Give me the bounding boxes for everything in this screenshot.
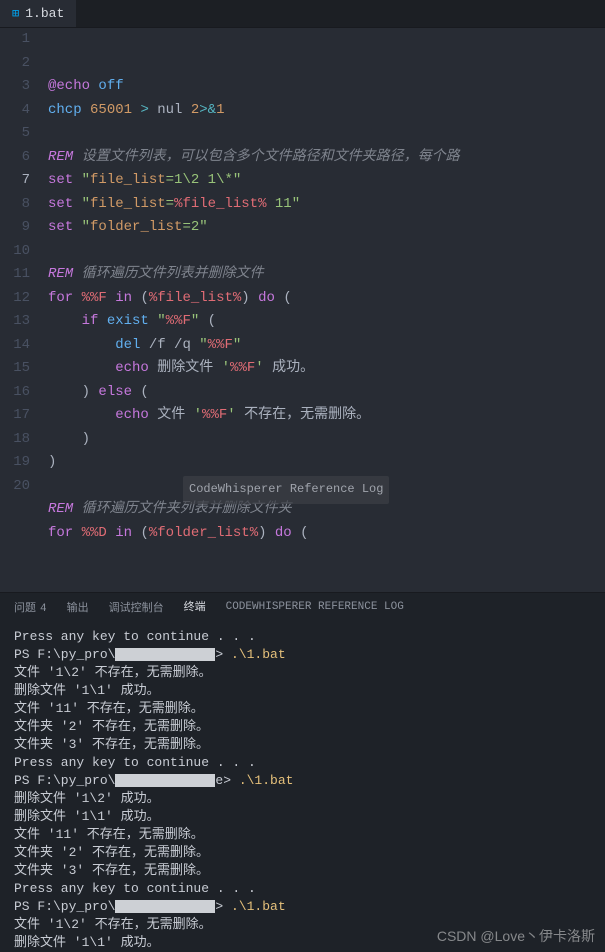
terminal-line: Press any key to continue . . . xyxy=(14,628,591,646)
code-line[interactable]: for %%F in (%file_list%) do ( xyxy=(48,287,605,311)
code-line[interactable]: set "file_list=1\2 1\*" xyxy=(48,169,605,193)
code-line[interactable] xyxy=(48,122,605,146)
line-number: 10 xyxy=(0,240,30,264)
line-number: 9 xyxy=(0,216,30,240)
line-number: 2 xyxy=(0,52,30,76)
line-number: 5 xyxy=(0,122,30,146)
terminal-line: 删除文件 '1\1' 成功。 xyxy=(14,808,591,826)
codewhisperer-hint[interactable]: CodeWhisperer Reference Log xyxy=(183,476,389,504)
line-number: 11 xyxy=(0,263,30,287)
code-area[interactable]: @echo offchcp 65001 > nul 2>&1 REM 设置文件列… xyxy=(48,28,605,592)
terminal-line: Press any key to continue . . . xyxy=(14,754,591,772)
terminal-line: 文件 '1\2' 不存在，无需删除。 xyxy=(14,664,591,682)
code-line[interactable] xyxy=(48,240,605,264)
editor-tab-bar: ⊞ 1.bat xyxy=(0,0,605,28)
line-number: 13 xyxy=(0,310,30,334)
terminal-output[interactable]: Press any key to continue . . .PS F:\py_… xyxy=(0,620,605,952)
code-line[interactable]: echo 删除文件 '%%F' 成功。 xyxy=(48,357,605,381)
panel-tab-problems[interactable]: 问题4 xyxy=(14,599,47,621)
code-line[interactable]: ) else ( xyxy=(48,381,605,405)
line-number: 12 xyxy=(0,287,30,311)
code-line[interactable]: ) xyxy=(48,451,605,475)
terminal-line: 文件 '11' 不存在，无需删除。 xyxy=(14,826,591,844)
panel-tabs: 问题4 输出 调试控制台 终端 CODEWHISPERER REFERENCE … xyxy=(0,592,605,620)
terminal-line: 删除文件 '1\2' 成功。 xyxy=(14,790,591,808)
terminal-line: PS F:\py_pro\ e> .\1.bat xyxy=(14,772,591,790)
code-line[interactable]: @echo off xyxy=(48,75,605,99)
line-number: 4 xyxy=(0,99,30,123)
code-line[interactable]: echo 文件 '%%F' 不存在，无需删除。 xyxy=(48,404,605,428)
panel-tab-cwrl[interactable]: CODEWHISPERER REFERENCE LOG xyxy=(226,601,404,619)
watermark: CSDN @Love丶伊卡洛斯 xyxy=(437,926,595,946)
terminal-line: 删除文件 '1\1' 成功。 xyxy=(14,682,591,700)
line-number: 3 xyxy=(0,75,30,99)
code-line[interactable]: REM 设置文件列表，可以包含多个文件路径和文件夹路径，每个路 xyxy=(48,146,605,170)
line-number: 20 xyxy=(0,475,30,499)
terminal-line: PS F:\py_pro\ > .\1.bat xyxy=(14,898,591,916)
terminal-line: 文件夹 '3' 不存在，无需删除。 xyxy=(14,736,591,754)
code-line[interactable]: set "file_list=%file_list% 11" xyxy=(48,193,605,217)
line-number: 16 xyxy=(0,381,30,405)
tab-filename: 1.bat xyxy=(25,6,64,21)
windows-icon: ⊞ xyxy=(12,6,19,21)
line-number-gutter: 1234567891011121314151617181920 xyxy=(0,28,48,592)
editor-tab[interactable]: ⊞ 1.bat xyxy=(0,0,76,27)
terminal-line: 文件夹 '2' 不存在，无需删除。 xyxy=(14,718,591,736)
code-line[interactable]: if exist "%%F" ( xyxy=(48,310,605,334)
line-number: 15 xyxy=(0,357,30,381)
line-number: 1 xyxy=(0,28,30,52)
code-editor[interactable]: 1234567891011121314151617181920 @echo of… xyxy=(0,28,605,592)
panel-tab-terminal[interactable]: 终端 xyxy=(184,598,206,621)
panel-tab-output[interactable]: 输出 xyxy=(67,599,89,621)
line-number: 17 xyxy=(0,404,30,428)
line-number: 6 xyxy=(0,146,30,170)
terminal-line: PS F:\py_pro\ > .\1.bat xyxy=(14,646,591,664)
code-line[interactable]: chcp 65001 > nul 2>&1 xyxy=(48,99,605,123)
code-line[interactable]: for %%D in (%folder_list%) do ( xyxy=(48,522,605,546)
terminal-line: 文件夹 '3' 不存在，无需删除。 xyxy=(14,862,591,880)
line-number: 18 xyxy=(0,428,30,452)
terminal-line: 文件 '11' 不存在，无需删除。 xyxy=(14,700,591,718)
code-line[interactable]: set "folder_list=2" xyxy=(48,216,605,240)
line-number: 19 xyxy=(0,451,30,475)
code-line[interactable]: del /f /q "%%F" xyxy=(48,334,605,358)
line-number: 8 xyxy=(0,193,30,217)
line-number: 7 xyxy=(0,169,30,193)
terminal-line: 文件夹 '2' 不存在，无需删除。 xyxy=(14,844,591,862)
code-line[interactable]: REM 循环遍历文件列表并删除文件 xyxy=(48,263,605,287)
line-number: 14 xyxy=(0,334,30,358)
code-line[interactable]: ) xyxy=(48,428,605,452)
panel-tab-debug[interactable]: 调试控制台 xyxy=(109,599,164,621)
terminal-line: Press any key to continue . . . xyxy=(14,880,591,898)
